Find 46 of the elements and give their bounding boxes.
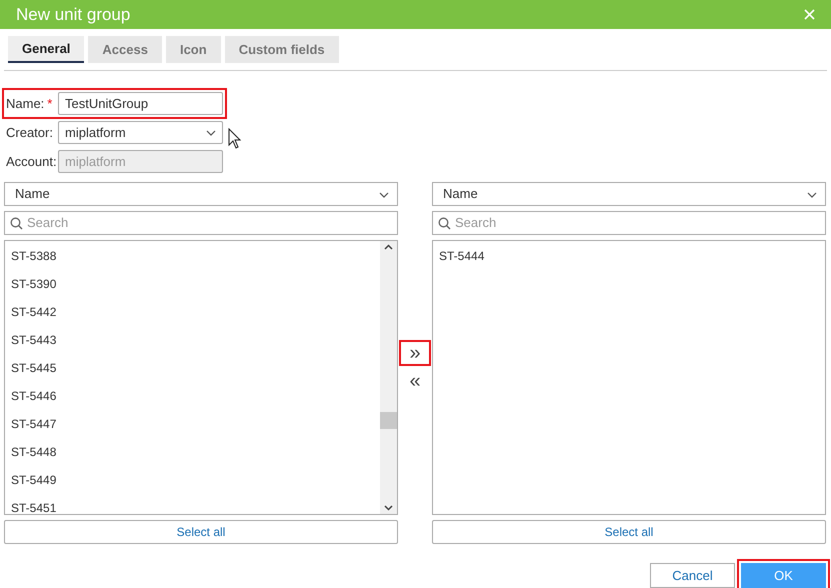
unit-list-item[interactable]: ST-5447: [11, 415, 380, 443]
transfer-button[interactable]: »: [403, 344, 427, 362]
search-icon: [438, 216, 451, 230]
cancel-button[interactable]: Cancel: [650, 563, 735, 588]
text-field: miplatform: [58, 150, 223, 173]
select-all-button[interactable]: Select all: [4, 520, 398, 544]
creator-dropdown[interactable]: miplatform: [58, 121, 223, 144]
unit-list-item[interactable]: ST-5448: [11, 443, 380, 471]
unit-list-item[interactable]: ST-5445: [11, 359, 380, 387]
unit-list-item[interactable]: ST-5444: [439, 247, 825, 275]
tab[interactable]: General: [8, 36, 84, 63]
window-title: New unit group: [16, 4, 130, 26]
unit-list-item[interactable]: ST-5442: [11, 303, 380, 331]
chevron-down-icon: [379, 192, 389, 198]
sort-dropdown[interactable]: Name: [432, 182, 826, 206]
scroll-up-icon: [384, 244, 393, 250]
tab[interactable]: Icon: [166, 36, 221, 63]
cursor-icon: [228, 128, 242, 149]
dropdown-value: Name: [15, 185, 50, 203]
close-icon[interactable]: [804, 9, 815, 20]
tab[interactable]: Custom fields: [224, 36, 339, 63]
field-label: Account:: [6, 152, 57, 171]
scrollbar-thumb[interactable]: [380, 412, 397, 429]
select-all-button[interactable]: Select all: [432, 520, 826, 544]
scroll-down-icon: [384, 505, 393, 511]
unit-list-item[interactable]: ST-5446: [11, 387, 380, 415]
transfer-button[interactable]: «: [403, 372, 427, 390]
unit-list-item[interactable]: ST-5451: [11, 499, 380, 514]
field-label: Name:: [6, 94, 44, 113]
dropdown-value: Name: [443, 185, 478, 203]
text-field[interactable]: TestUnitGroup: [58, 92, 223, 115]
chevron-down-icon: [206, 130, 216, 136]
field-label: Creator:: [6, 124, 53, 142]
search-placeholder: Search: [27, 214, 68, 232]
unit-list-item[interactable]: ST-5443: [11, 331, 380, 359]
chevron-down-icon: [807, 192, 817, 198]
unit-list-item[interactable]: ST-5390: [11, 275, 380, 303]
scrollbar[interactable]: [380, 241, 397, 514]
tab[interactable]: Access: [88, 36, 162, 63]
search-placeholder: Search: [455, 214, 496, 232]
dropdown-value: miplatform: [65, 124, 126, 142]
unit-list-item[interactable]: ST-5388: [11, 247, 380, 275]
unit-list-item[interactable]: ST-5449: [11, 471, 380, 499]
search-icon: [10, 216, 23, 230]
required-mark: *: [47, 94, 52, 113]
sort-dropdown[interactable]: Name: [4, 182, 398, 206]
